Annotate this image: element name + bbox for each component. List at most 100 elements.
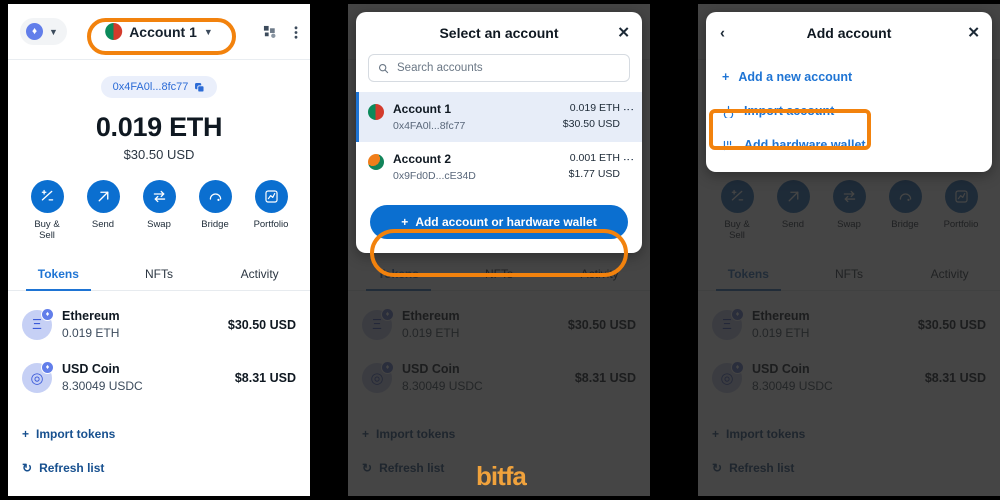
modal-title: Add account [806,25,892,41]
modal-header: ‹ Add account ✕ [706,12,992,54]
action-send[interactable]: Send [83,180,123,241]
account-usd-balance: $1.77 USD [568,168,620,180]
connection-status-icon[interactable] [263,25,278,40]
action-label: Send [91,219,115,230]
search-section: Search accounts [356,54,642,92]
account-options-icon[interactable]: ⋮ [622,104,634,115]
token-fiat-value: $8.31 USD [234,370,296,385]
action-swap[interactable]: Swap [139,180,179,241]
chevron-down-icon: ▼ [203,26,213,37]
action-bridge[interactable]: Bridge [195,180,235,241]
ethereum-network-icon: ♦ [26,23,43,40]
chevron-down-icon: ▼ [49,26,58,37]
wallet-panel-add-account: ♦ ▼ Account 1 0x4FA0l...8fc77 0.019 ETH … [698,4,1000,496]
add-account-or-hardware-wallet-button[interactable]: + Add account or hardware wallet [370,205,628,239]
swap-icon [142,180,176,213]
token-list: Ξ ♦ Ethereum 0.019 ETH $30.50 USD ◎ ♦ [8,291,310,403]
modal-header: Select an account ✕ [356,12,642,54]
ethereum-token-icon: Ξ ♦ [22,307,54,340]
account-balances: 0.001 ETH $1.77 USD [569,152,620,180]
account-address: 0x9Fd0D...cE34D [393,170,476,182]
select-account-modal: Select an account ✕ Search accounts Acco… [356,12,642,253]
refresh-icon: ↻ [22,461,33,475]
menu-item-label: Add a new account [738,70,853,84]
account-eth-balance: 0.001 ETH [569,152,620,164]
copy-icon [195,82,205,92]
token-row[interactable]: ◎ ♦ USD Coin 8.30049 USDC $8.31 USD [22,350,296,403]
account-options-icon[interactable]: ⋮ [622,154,634,165]
menu-item-import-account[interactable]: Import account [706,94,992,128]
action-label: Swap [147,219,171,230]
address-label: 0x4FA0l...8fc77 [112,81,189,93]
action-label: Bridge [201,219,229,230]
close-icon[interactable]: ✕ [967,26,980,41]
wallet-tabs: Tokens NFTs Activity [8,259,310,291]
balance-fiat: $30.50 USD [123,147,195,162]
token-amount: 8.30049 USDC [62,379,143,393]
token-name: USD Coin [62,362,120,376]
buy-sell-icon [30,180,64,213]
wallet-panel-default: ♦ ▼ Account 1 ▼ 0x4FA0l...8fc77 0.019 ET… [8,4,310,496]
add-account-button-label: Add account or hardware wallet [415,215,597,229]
search-icon [378,63,389,73]
address-row: 0x4FA0l...8fc77 [8,76,310,98]
account-list-item-1[interactable]: Account 1 0x4FA0l...8fc77 0.019 ETH $30.… [356,92,642,142]
tab-tokens[interactable]: Tokens [8,259,109,291]
token-info: USD Coin 8.30049 USDC [62,362,235,393]
back-icon[interactable]: ‹ [720,26,725,41]
tab-activity[interactable]: Activity [209,259,310,290]
network-selector[interactable]: ♦ ▼ [20,18,67,45]
menu-item-label: Import account [744,104,835,118]
tab-nfts[interactable]: NFTs [109,259,210,290]
search-placeholder: Search accounts [397,62,483,74]
action-portfolio[interactable]: Portfolio [251,180,291,241]
refresh-list-link[interactable]: ↻ Refresh list [8,451,310,485]
copy-address-button[interactable]: 0x4FA0l...8fc77 [100,76,218,98]
menu-item-add-hardware-wallet[interactable]: Add hardware wallet [706,128,992,162]
account-name: Account 1 [393,102,452,116]
close-icon[interactable]: ✕ [617,26,630,41]
account-identity: Account 1 0x4FA0l...8fc77 [393,102,563,132]
network-badge-icon: ♦ [41,307,54,321]
import-tokens-link[interactable]: + Import tokens [8,417,310,451]
usdc-token-icon: ◎ ♦ [22,360,54,393]
action-label: Buy & Sell [34,219,60,241]
import-icon [722,105,735,118]
more-options-icon[interactable] [294,25,298,40]
action-buttons-row: Buy & Sell Send [8,180,310,241]
token-amount: 0.019 ETH [62,326,120,340]
account-list-item-2[interactable]: Account 2 0x9Fd0D...cE34D 0.001 ETH $1.7… [356,142,642,192]
send-arrow-icon [86,180,120,213]
account-address: 0x4FA0l...8fc77 [393,120,466,132]
account-eth-balance: 0.019 ETH [569,102,620,114]
add-account-modal: ‹ Add account ✕ + Add a new account Impo… [706,12,992,172]
plus-icon: + [22,427,30,441]
menu-item-add-new-account[interactable]: + Add a new account [706,60,992,94]
action-buy-sell[interactable]: Buy & Sell [27,180,67,241]
account-balances: 0.019 ETH $30.50 USD [563,102,620,130]
account-name-label: Account 1 [129,23,197,40]
account-name: Account 2 [393,152,452,166]
modal-footer: + Add account or hardware wallet [356,192,642,253]
action-label: Portfolio [253,219,289,230]
account-avatar [368,104,384,120]
account-menu-button[interactable]: Account 1 ▼ [95,18,223,45]
network-badge-icon: ♦ [41,360,54,374]
account-identity: Account 2 0x9Fd0D...cE34D [393,152,569,182]
hardware-wallet-icon [722,139,735,152]
modal-title: Select an account [439,25,559,41]
bitfa-watermark: bitfa [476,461,527,491]
refresh-list-label: Refresh list [39,461,105,475]
token-fiat-value: $30.50 USD [227,317,296,332]
bridge-icon [198,180,232,213]
portfolio-chart-icon [254,180,288,213]
token-info: Ethereum 0.019 ETH [62,309,228,340]
search-input[interactable]: Search accounts [368,54,630,82]
screenshot-stage: ♦ ▼ Account 1 ▼ 0x4FA0l...8fc77 0.019 ET… [0,0,1000,500]
account-avatar [368,154,384,170]
header-actions [263,4,298,60]
account-usd-balance: $30.50 USD [562,118,620,130]
plus-icon: + [401,215,409,229]
wallet-header: ♦ ▼ Account 1 ▼ [8,4,310,60]
token-row[interactable]: Ξ ♦ Ethereum 0.019 ETH $30.50 USD [22,297,296,350]
